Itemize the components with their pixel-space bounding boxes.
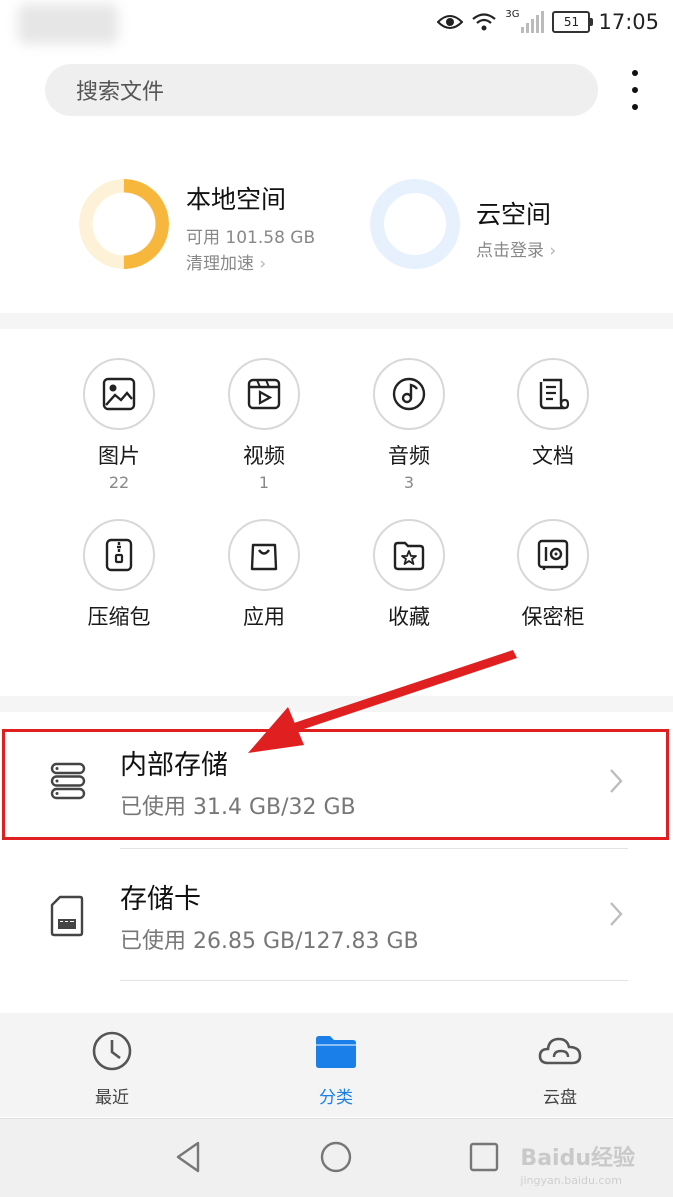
- video-icon: [247, 378, 281, 410]
- search-input[interactable]: 搜索文件: [45, 64, 598, 116]
- clock-icon: [92, 1031, 132, 1071]
- category-label: 应用: [243, 605, 285, 629]
- back-triangle-icon[interactable]: [172, 1139, 204, 1175]
- bottom-navigation: 最近 分类 云盘: [0, 1013, 673, 1117]
- tab-recent-label: 最近: [95, 1088, 129, 1108]
- category-label: 保密柜: [521, 605, 585, 629]
- row-divider: [120, 848, 628, 849]
- annotation-arrow: [248, 650, 517, 753]
- category-label: 压缩包: [87, 605, 151, 629]
- category-documents[interactable]: 文档: [488, 358, 618, 468]
- recents-square-icon[interactable]: [468, 1141, 500, 1173]
- status-bar: 3G 51 17:05: [437, 8, 659, 36]
- tab-cloud[interactable]: 云盘: [500, 1029, 620, 1108]
- cloud-login-link[interactable]: 点击登录 ›: [476, 236, 556, 261]
- battery-icon: 51: [552, 11, 594, 33]
- chevron-right-icon: ›: [549, 241, 557, 261]
- category-audio[interactable]: 音频 3: [344, 358, 474, 492]
- document-scroll-icon: [539, 378, 570, 410]
- cloud-space-ring-chart[interactable]: [370, 179, 460, 269]
- music-disc-icon: [392, 377, 426, 411]
- eye-icon: [437, 15, 464, 29]
- zip-icon: [105, 538, 133, 572]
- category-count: 22: [108, 473, 130, 492]
- shopping-bag-icon: [250, 543, 278, 571]
- tab-recent[interactable]: 最近: [52, 1029, 172, 1108]
- section-divider: [0, 313, 673, 329]
- sd-card-icon: [50, 895, 84, 937]
- chevron-right-icon: ›: [259, 254, 267, 274]
- star-folder-icon: [393, 541, 425, 571]
- category-images[interactable]: 图片 22: [54, 358, 184, 492]
- image-icon: [102, 377, 136, 411]
- local-space-available: 可用 101.58 GB: [186, 228, 316, 248]
- more-options-icon[interactable]: [620, 66, 650, 114]
- blurred-carrier-area: [18, 4, 118, 44]
- watermark-url: jingyan.baidu.com: [520, 1174, 622, 1187]
- category-safe[interactable]: 保密柜: [488, 519, 618, 629]
- cleanup-label: 清理加速: [186, 254, 254, 274]
- category-label: 文档: [532, 444, 574, 468]
- local-space-ring-chart[interactable]: [79, 179, 169, 269]
- row-divider: [120, 980, 628, 981]
- category-label: 图片: [98, 444, 140, 468]
- network-type-label: 3G: [505, 8, 520, 20]
- watermark-text: Baidu经验: [520, 1146, 635, 1171]
- local-space-title[interactable]: 本地空间: [186, 180, 286, 216]
- wifi-icon: [472, 13, 497, 31]
- category-label: 视频: [243, 444, 285, 468]
- tab-categories-label: 分类: [319, 1088, 353, 1108]
- category-archives[interactable]: 压缩包: [54, 519, 184, 629]
- watermark: Baidu经验 jingyan.baidu.com: [520, 1140, 635, 1187]
- sd-card-title: 存储卡: [120, 884, 201, 915]
- category-apps[interactable]: 应用: [199, 519, 329, 629]
- search-placeholder: 搜索文件: [76, 80, 165, 105]
- tab-categories[interactable]: 分类: [276, 1029, 396, 1108]
- category-videos[interactable]: 视频 1: [199, 358, 329, 492]
- category-favorites[interactable]: 收藏: [344, 519, 474, 629]
- cloud-login-label: 点击登录: [476, 241, 544, 261]
- category-count: 3: [403, 473, 415, 492]
- cloud-space-title[interactable]: 云空间: [476, 195, 551, 231]
- safe-icon: [537, 539, 569, 570]
- home-circle-icon[interactable]: [318, 1139, 354, 1175]
- signal-icon: [521, 11, 545, 33]
- cleanup-link[interactable]: 清理加速 ›: [186, 249, 266, 274]
- sd-card-row[interactable]: 存储卡 已使用 26.85 GB/127.83 GB: [0, 855, 673, 973]
- sd-card-usage: 已使用 26.85 GB/127.83 GB: [120, 929, 419, 954]
- tab-cloud-label: 云盘: [543, 1088, 577, 1108]
- category-label: 收藏: [388, 605, 430, 629]
- folder-icon: [316, 1036, 356, 1068]
- category-count: 1: [258, 473, 270, 492]
- category-label: 音频: [388, 444, 430, 468]
- chevron-right-icon: [610, 902, 623, 926]
- cloud-icon: [538, 1037, 582, 1065]
- status-time: 17:05: [598, 10, 659, 34]
